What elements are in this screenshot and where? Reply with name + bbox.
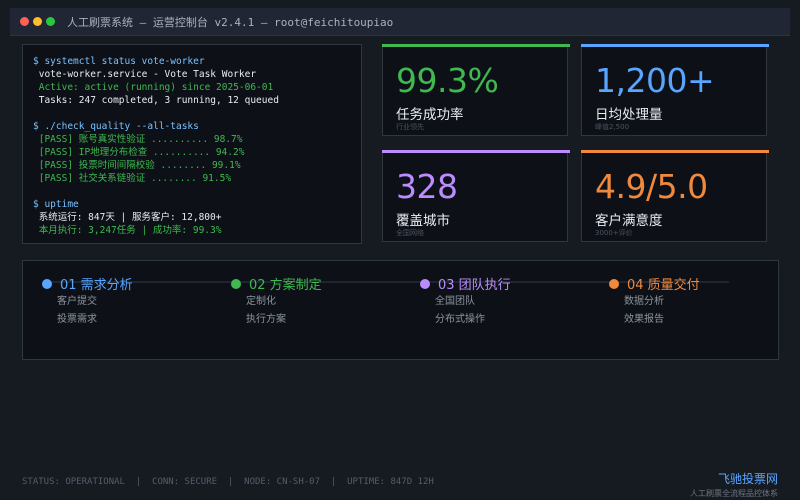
brand-tagline: 人工刷票全流程品控体系 bbox=[690, 489, 778, 498]
stat-card-cities: 328 覆盖城市 全国网络 bbox=[382, 150, 570, 242]
status-bar: STATUS: OPERATIONAL | CONN: SECURE | NOD… bbox=[22, 477, 434, 487]
terminal-command-line: $ uptime bbox=[33, 199, 79, 210]
step-dot-icon bbox=[231, 278, 241, 289]
terminal-command-line: $ ./check_quality --all-tasks bbox=[33, 121, 199, 132]
terminal-output-line: [PASS] IP地理分布检查 .......... 94.2% bbox=[33, 147, 245, 158]
step-title: 04 质量交付 bbox=[627, 278, 700, 293]
step-item: 客户提交 bbox=[57, 296, 97, 307]
card-accent-bar bbox=[581, 150, 769, 153]
terminal-output-line: 系统运行: 847天 | 服务客户: 12,800+ bbox=[33, 212, 222, 223]
stat-label: 客户满意度 bbox=[595, 213, 663, 229]
stat-value: 99.3% bbox=[396, 61, 499, 100]
stat-card-daily-volume: 1,200+ 日均处理量 峰值2,500 bbox=[581, 44, 769, 136]
brand-name[interactable]: 飞驰投票网 bbox=[690, 470, 778, 487]
card-accent-bar bbox=[382, 44, 570, 47]
terminal-output-line: [PASS] 投票时间间隔校验 ........ 99.1% bbox=[33, 160, 241, 171]
step-item: 执行方案 bbox=[246, 314, 286, 325]
terminal-output-line: 本月执行: 3,247任务 | 成功率: 99.3% bbox=[33, 225, 222, 236]
stat-sub: 行业领先 bbox=[396, 123, 424, 131]
brand-block: 飞驰投票网 人工刷票全流程品控体系 bbox=[690, 470, 778, 499]
step-item: 定制化 bbox=[246, 296, 276, 307]
step-item: 分布式操作 bbox=[435, 314, 485, 325]
terminal-panel: $ systemctl status vote-worker vote-work… bbox=[22, 44, 362, 244]
stat-card-success-rate: 99.3% 任务成功率 行业领先 bbox=[382, 44, 570, 136]
stat-value: 4.9/5.0 bbox=[595, 167, 708, 206]
terminal-output-line: Active: active (running) since 2025-06-0… bbox=[33, 82, 274, 93]
stat-card-satisfaction: 4.9/5.0 客户满意度 3000+评价 bbox=[581, 150, 769, 242]
stat-label: 覆盖城市 bbox=[396, 213, 450, 229]
stat-value: 1,200+ bbox=[595, 61, 715, 100]
process-step-2: 02 方案制定 定制化 执行方案 bbox=[231, 274, 322, 329]
step-title: 01 需求分析 bbox=[60, 278, 133, 293]
process-panel: 01 需求分析 客户提交 投票需求 02 方案制定 定制化 执行方案 03 团队… bbox=[22, 260, 779, 360]
step-dot-icon bbox=[609, 278, 619, 289]
minimize-window-button[interactable] bbox=[33, 17, 42, 26]
maximize-window-button[interactable] bbox=[46, 17, 55, 26]
process-step-4: 04 质量交付 数据分析 效果报告 bbox=[609, 274, 700, 329]
stat-label: 日均处理量 bbox=[595, 107, 663, 123]
stat-value: 328 bbox=[396, 167, 458, 206]
window-title: 人工刷票系统 — 运营控制台 v2.4.1 — root@feichitoupi… bbox=[67, 15, 394, 29]
step-dot-icon bbox=[420, 278, 430, 289]
terminal-output-line: vote-worker.service - Vote Task Worker bbox=[33, 69, 257, 80]
stat-sub: 峰值2,500 bbox=[595, 123, 630, 131]
process-step-1: 01 需求分析 客户提交 投票需求 bbox=[42, 274, 133, 329]
terminal-command-line: $ systemctl status vote-worker bbox=[33, 56, 205, 67]
process-step-3: 03 团队执行 全国团队 分布式操作 bbox=[420, 274, 511, 329]
step-item: 全国团队 bbox=[435, 296, 475, 307]
step-title: 03 团队执行 bbox=[438, 278, 511, 293]
step-dot-icon bbox=[42, 278, 52, 289]
card-accent-bar bbox=[382, 150, 570, 153]
step-title: 02 方案制定 bbox=[249, 278, 322, 293]
card-accent-bar bbox=[581, 44, 769, 47]
terminal-output-line: [PASS] 社交关系链验证 ........ 91.5% bbox=[33, 173, 232, 184]
terminal-output-line: [PASS] 账号真实性验证 .......... 98.7% bbox=[33, 134, 243, 145]
window-titlebar: 人工刷票系统 — 运营控制台 v2.4.1 — root@feichitoupi… bbox=[10, 8, 790, 36]
step-item: 效果报告 bbox=[624, 314, 664, 325]
close-window-button[interactable] bbox=[20, 17, 29, 26]
stat-sub: 全国网络 bbox=[396, 229, 424, 237]
stat-label: 任务成功率 bbox=[396, 107, 464, 123]
terminal-output-line: Tasks: 247 completed, 3 running, 12 queu… bbox=[33, 95, 279, 106]
stat-sub: 3000+评价 bbox=[595, 229, 633, 237]
step-item: 数据分析 bbox=[624, 296, 664, 307]
step-item: 投票需求 bbox=[57, 314, 97, 325]
